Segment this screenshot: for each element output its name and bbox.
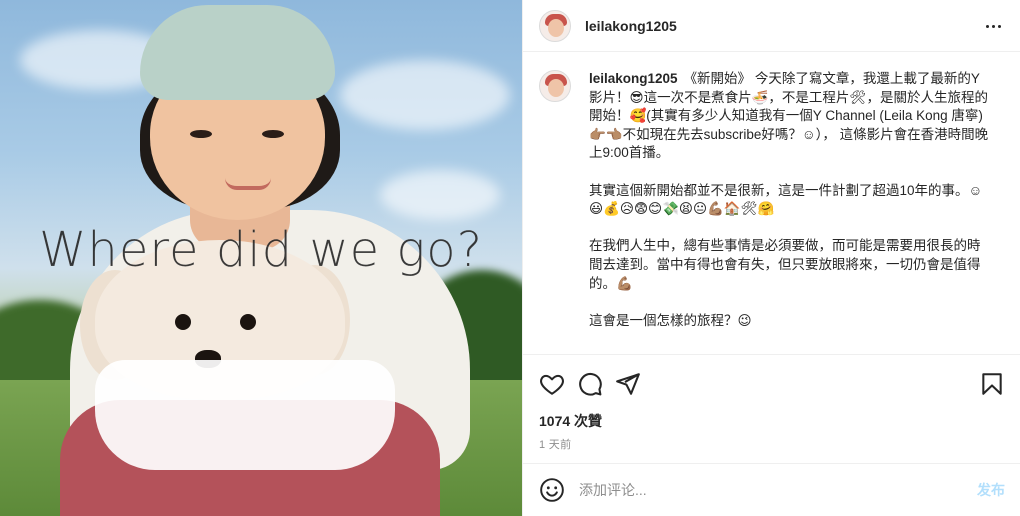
photo-person-cap [140,5,335,100]
photo-person-eye [190,130,212,138]
comment-icon[interactable] [577,371,603,397]
action-icons-row [539,371,1005,397]
post-side-panel: leilakong1205 leilakong1205 《新開始》 今天除了寫文章… [522,0,1020,516]
header-username[interactable]: leilakong1205 [585,18,677,34]
caption-row: leilakong1205 《新開始》 今天除了寫文章，我還上載了最新的Y 影片！… [539,70,1005,349]
comment-input[interactable] [579,481,959,498]
post-photo[interactable]: Where did we go? [0,0,522,516]
emoji-icon[interactable] [539,477,565,503]
avatar-face [548,18,564,37]
more-icon [991,24,995,28]
photo-overlay-text: Where did we go? [38,222,484,278]
post-header: leilakong1205 [523,0,1020,52]
photo-person-eye [262,130,284,138]
bookmark-icon[interactable] [979,371,1005,397]
avatar[interactable] [539,9,571,42]
share-icon[interactable] [615,371,641,397]
heart-icon[interactable] [539,371,565,397]
caption-author[interactable]: leilakong1205 [589,71,678,86]
photo-cloud [340,60,510,130]
post-actions: 1074 次贊 1 天前 发布 [523,354,1020,514]
avatar-face [548,79,564,97]
like-count[interactable]: 1074 次贊 [539,411,602,431]
caption-paragraph: 在我們人生中，總有些事情是必須要做，而可能是需要用很長的時間去達到。當中有得也會… [589,238,981,291]
photo-towel [95,360,395,470]
comment-bar: 发布 [523,463,1020,515]
post-timestamp[interactable]: 1 天前 [539,436,571,452]
avatar[interactable] [539,70,571,102]
photo-cloud [380,170,500,220]
more-icon [997,24,1001,28]
photo-dog-eye [175,314,191,330]
caption-scroll-area[interactable]: leilakong1205 《新開始》 今天除了寫文章，我還上載了最新的Y 影片！… [523,52,1020,354]
photo-person-smile [225,178,271,190]
caption-paragraph: leilakong1205 《新開始》 今天除了寫文章，我還上載了最新的Y 影片！… [589,70,989,163]
caption-paragraph: 其實這個新開始都並不是很新，這是一件計劃了超過10年的事。☺😃💰😥😨😊💸😫😐💪🏽… [589,182,983,217]
caption-text: leilakong1205 《新開始》 今天除了寫文章，我還上載了最新的Y 影片！… [589,70,989,349]
post-comment-button[interactable]: 发布 [977,480,1005,500]
more-options-button[interactable] [981,14,1005,38]
more-icon [985,24,989,28]
caption-paragraph: 這會是一個怎樣的旅程？😉 [589,312,752,328]
photo-dog-eye [240,314,256,330]
